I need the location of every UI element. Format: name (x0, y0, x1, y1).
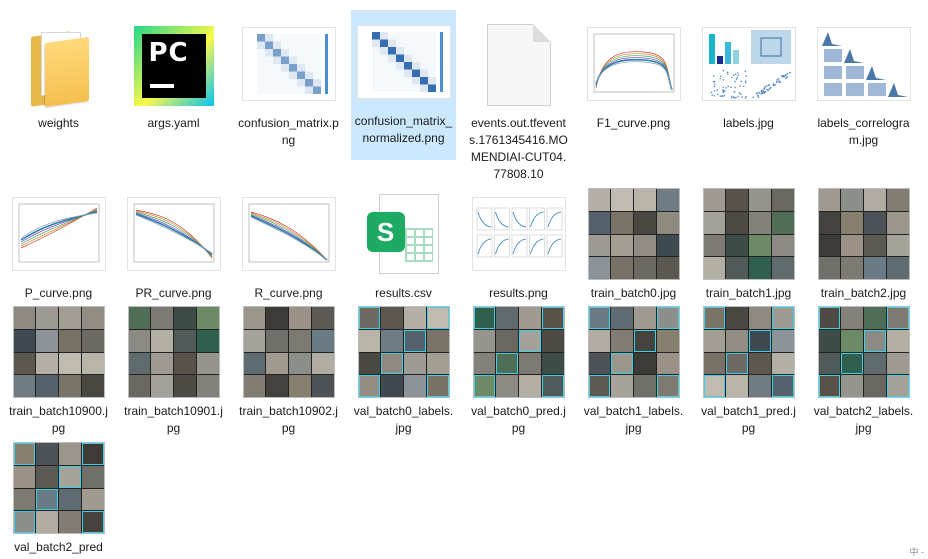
file-name-label: F1_curve.png (583, 115, 684, 132)
tray-indicator: 中 - (910, 545, 925, 558)
file-thumbnail (816, 304, 912, 400)
file-thumbnail (356, 304, 452, 400)
file-item[interactable]: PC args.yaml (121, 12, 226, 132)
image-thumbnail (818, 306, 910, 398)
file-thumbnail (701, 16, 797, 112)
file-name-label: labels.jpg (698, 115, 799, 132)
image-thumbnail (242, 27, 336, 101)
file-name-label: train_batch10900.jpg (8, 403, 109, 437)
file-name-label: confusion_matrix.png (238, 115, 339, 149)
file-item[interactable]: val_batch2_pred (6, 436, 111, 556)
file-item[interactable]: train_batch10901.jpg (121, 300, 226, 437)
file-item[interactable]: P_curve.png (6, 182, 111, 302)
file-item[interactable]: val_batch2_labels.jpg (811, 300, 916, 437)
file-name-label: val_batch0_labels.jpg (353, 403, 454, 437)
image-thumbnail (12, 197, 106, 271)
file-name-label: train_batch10901.jpg (123, 403, 224, 437)
file-item[interactable]: labels.jpg (696, 12, 801, 132)
file-thumbnail (471, 16, 567, 112)
file-name-label: train_batch10902.jpg (238, 403, 339, 437)
file-item[interactable]: weights (6, 12, 111, 132)
file-thumbnail (126, 186, 222, 282)
file-item[interactable]: events.out.tfevents.1761345416.MOMENDIAI… (466, 12, 571, 183)
file-item[interactable]: train_batch10900.jpg (6, 300, 111, 437)
file-item[interactable]: confusion_matrix.png (236, 12, 341, 149)
file-thumbnail (11, 16, 107, 112)
image-thumbnail (473, 306, 565, 398)
file-thumbnail (126, 304, 222, 400)
image-thumbnail (357, 25, 451, 99)
pycharm-icon: PC (134, 26, 214, 106)
file-name-label: events.out.tfevents.1761345416.MOMENDIAI… (468, 115, 569, 183)
file-item[interactable]: R_curve.png (236, 182, 341, 302)
file-name-label: val_batch1_labels.jpg (583, 403, 684, 437)
file-item[interactable]: F1_curve.png (581, 12, 686, 132)
file-item[interactable]: PR_curve.png (121, 182, 226, 302)
file-item[interactable]: labels_correlogram.jpg (811, 12, 916, 149)
spreadsheet-icon: S (365, 194, 443, 276)
file-thumbnail (586, 16, 682, 112)
file-thumbnail (356, 14, 452, 110)
file-explorer-icon-view: weights PC args.yaml confusion_matrix.png co… (0, 0, 928, 559)
image-thumbnail (587, 27, 681, 101)
file-thumbnail (816, 186, 912, 282)
folder-icon (27, 30, 91, 104)
file-thumbnail (241, 304, 337, 400)
file-name-label: val_batch2_pred (8, 539, 109, 556)
file-name-label: val_batch2_labels.jpg (813, 403, 914, 437)
image-thumbnail (243, 306, 335, 398)
file-item[interactable]: train_batch0.jpg (581, 182, 686, 302)
image-thumbnail (128, 306, 220, 398)
file-item[interactable]: train_batch1.jpg (696, 182, 801, 302)
image-thumbnail (588, 188, 680, 280)
file-item[interactable]: train_batch10902.jpg (236, 300, 341, 437)
file-thumbnail (241, 16, 337, 112)
file-name-label: val_batch1_pred.jpg (698, 403, 799, 437)
file-thumbnail (241, 186, 337, 282)
file-name-label: args.yaml (123, 115, 224, 132)
file-name-label: labels_correlogram.jpg (813, 115, 914, 149)
file-item[interactable]: results.png (466, 182, 571, 302)
file-thumbnail (701, 304, 797, 400)
file-name-label: confusion_matrix_normalized.png (353, 113, 454, 147)
image-thumbnail (703, 188, 795, 280)
generic-file-icon (487, 24, 551, 106)
image-thumbnail (358, 306, 450, 398)
file-thumbnail (11, 304, 107, 400)
file-thumbnail (471, 304, 567, 400)
image-thumbnail (242, 197, 336, 271)
image-thumbnail (817, 27, 911, 101)
file-thumbnail (701, 186, 797, 282)
file-item[interactable]: train_batch2.jpg (811, 182, 916, 302)
file-thumbnail (586, 304, 682, 400)
image-thumbnail (588, 306, 680, 398)
image-thumbnail (818, 188, 910, 280)
file-name-label: weights (8, 115, 109, 132)
file-item[interactable]: val_batch1_pred.jpg (696, 300, 801, 437)
image-thumbnail (13, 442, 105, 534)
file-thumbnail (586, 186, 682, 282)
image-thumbnail (702, 27, 796, 101)
file-name-label: val_batch0_pred.jpg (468, 403, 569, 437)
file-item[interactable]: Sresults.csv (351, 182, 456, 302)
file-thumbnail: S (356, 186, 452, 282)
file-thumbnail (11, 186, 107, 282)
image-thumbnail (703, 306, 795, 398)
file-thumbnail (11, 440, 107, 536)
file-thumbnail: PC (126, 16, 222, 112)
file-item[interactable]: val_batch0_pred.jpg (466, 300, 571, 437)
image-thumbnail (472, 197, 566, 271)
file-item[interactable]: val_batch0_labels.jpg (351, 300, 456, 437)
image-thumbnail (13, 306, 105, 398)
image-thumbnail (127, 197, 221, 271)
file-thumbnail (471, 186, 567, 282)
file-item[interactable]: confusion_matrix_normalized.png (351, 10, 456, 160)
file-item[interactable]: val_batch1_labels.jpg (581, 300, 686, 437)
file-thumbnail (816, 16, 912, 112)
